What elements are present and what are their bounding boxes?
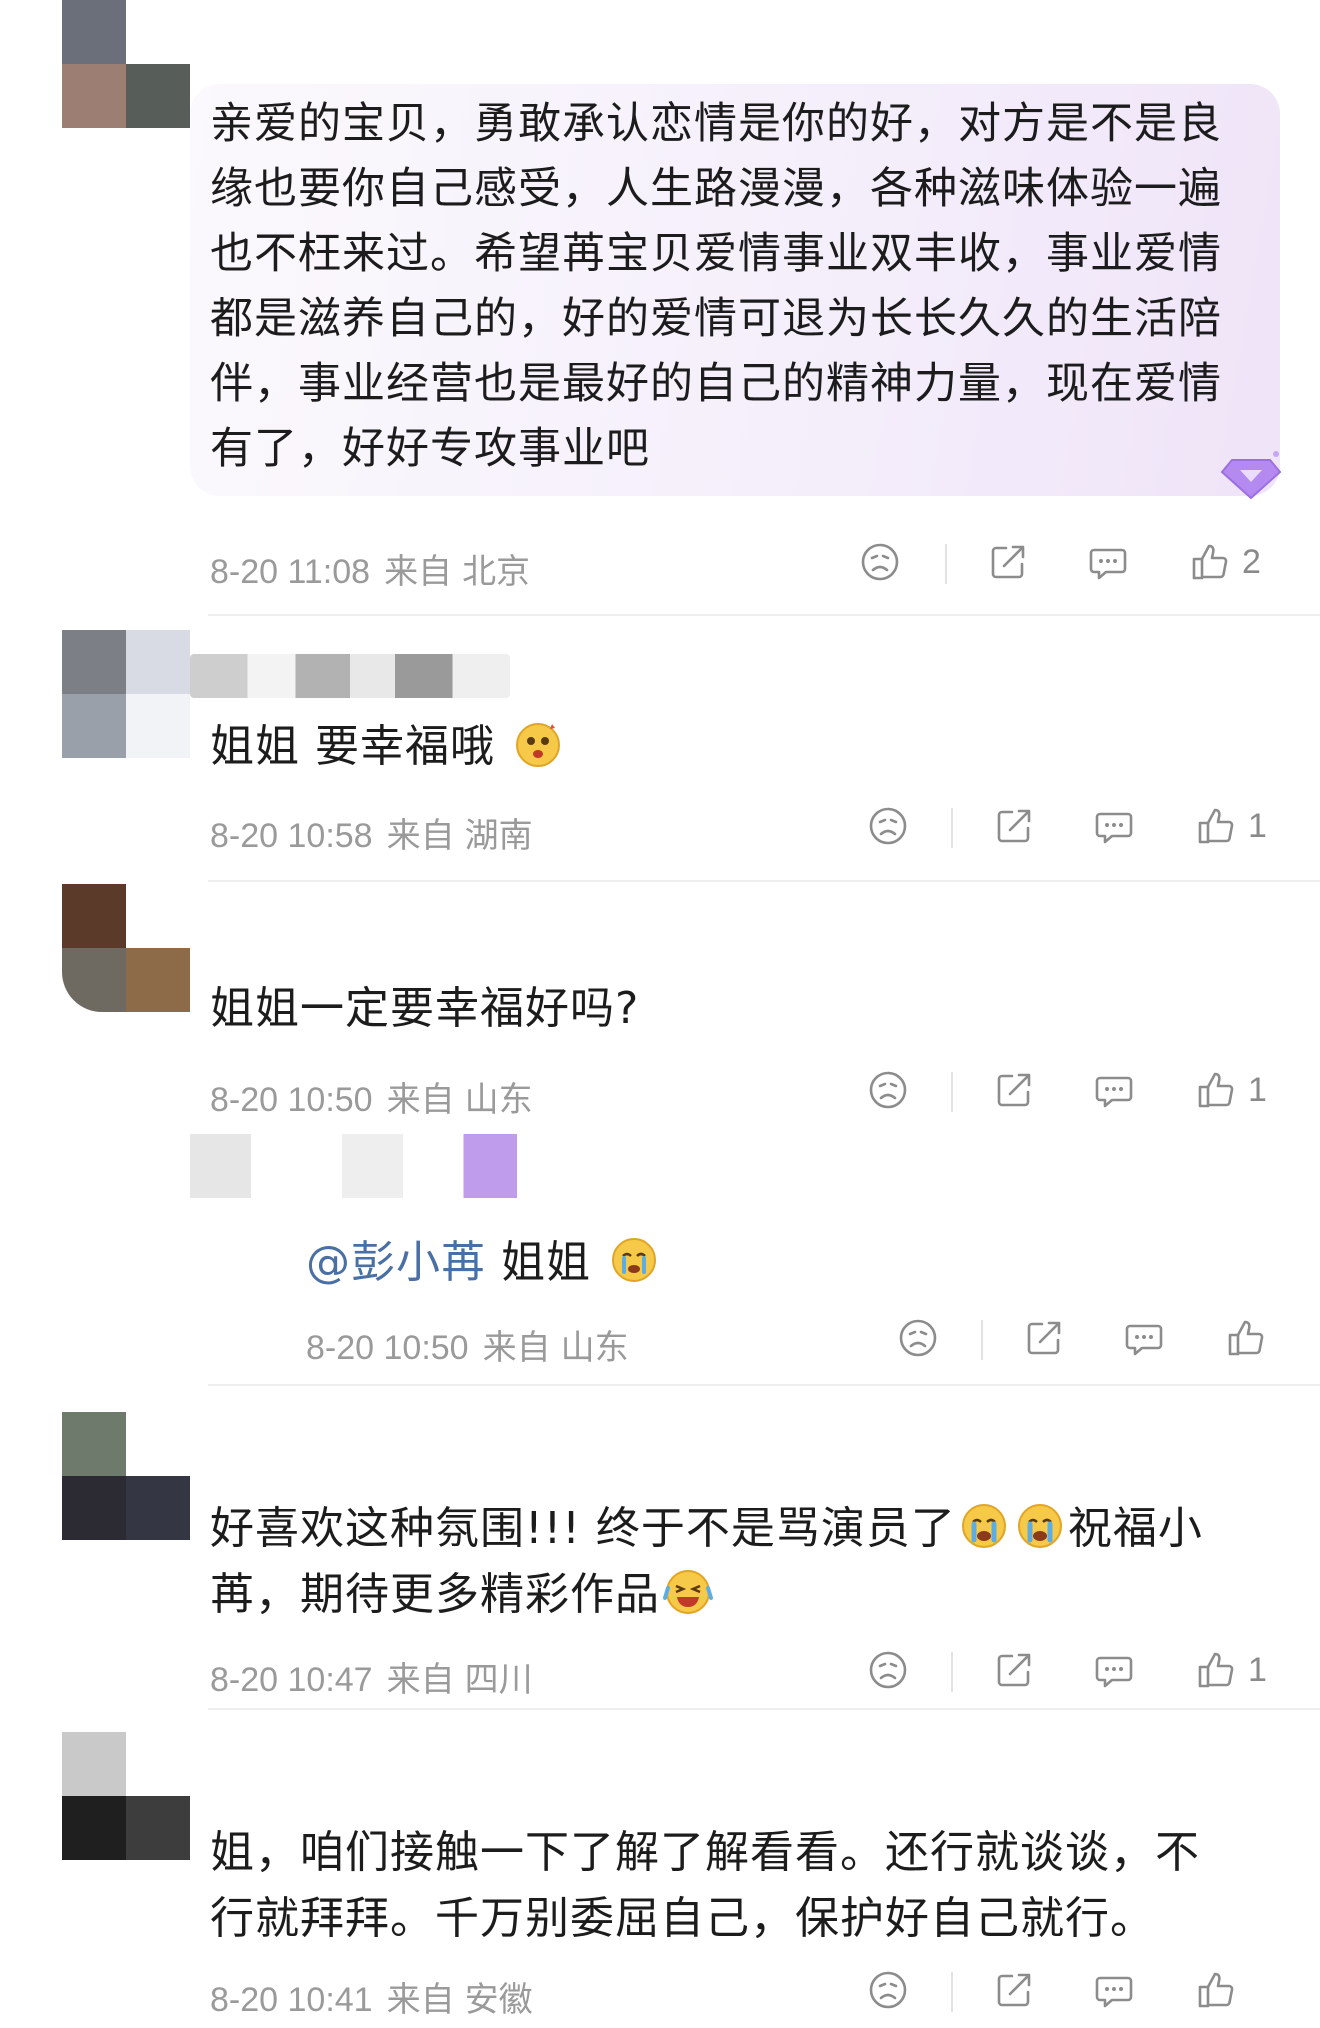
like-button[interactable]: [1224, 1316, 1268, 1360]
laughing-crying-emoji-icon: [663, 1570, 713, 1614]
thumbs-up-icon: [1224, 1316, 1268, 1360]
separator: [208, 1708, 1320, 1710]
comment-button[interactable]: [1092, 1968, 1136, 2012]
comment-button[interactable]: [1086, 540, 1130, 584]
reply-avatar-blurred: [190, 1134, 570, 1198]
share-icon: [1022, 1316, 1066, 1360]
like-button[interactable]: 2: [1188, 540, 1261, 584]
frown-face-icon: [896, 1316, 940, 1360]
thumbs-up-icon: [1194, 1648, 1238, 1692]
avatar[interactable]: [62, 1732, 190, 1860]
dislike-button[interactable]: [866, 1648, 910, 1692]
avatar[interactable]: [62, 630, 190, 758]
share-button[interactable]: [1022, 1316, 1066, 1360]
divider: [951, 808, 953, 848]
reply-item: @彭小苒 姐姐 8-20 10:50 来自 山东: [0, 1134, 1320, 1367]
share-button[interactable]: [992, 1068, 1036, 1112]
share-icon: [992, 804, 1036, 848]
thumbs-up-icon: [1188, 540, 1232, 584]
action-bar: [0, 1968, 1320, 2016]
comment-text-content: 好喜欢这种氛围!!! 终于不是骂演员了: [210, 1503, 956, 1554]
mention-link[interactable]: @彭小苒: [306, 1237, 486, 1288]
reply-text: @彭小苒 姐姐: [306, 1230, 1206, 1296]
reply-text-content: 姐姐: [501, 1237, 591, 1288]
crying-emoji-icon: [961, 1504, 1006, 1548]
avatar[interactable]: [62, 884, 190, 1012]
comment-text: 亲爱的宝贝，勇敢承认恋情是你的好，对方是不是良缘也要你自己感受，人生路漫漫，各种…: [210, 99, 1222, 474]
share-button[interactable]: [992, 1648, 1036, 1692]
divider: [945, 544, 947, 584]
dislike-button[interactable]: [858, 540, 902, 584]
avatar[interactable]: [62, 0, 190, 128]
separator: [208, 1384, 1320, 1386]
thumbs-up-icon: [1194, 804, 1238, 848]
comment-text: 姐姐 要幸福哦: [210, 714, 1240, 780]
thumbs-up-icon: [1194, 1968, 1238, 2012]
like-count: 1: [1248, 806, 1267, 845]
dislike-button[interactable]: [866, 1068, 910, 1112]
frown-face-icon: [866, 1648, 910, 1692]
action-bar: 1: [0, 804, 1320, 852]
share-icon: [992, 1068, 1036, 1112]
action-bar: 1: [0, 1068, 1320, 1116]
like-button[interactable]: [1194, 1968, 1238, 2012]
comment-text: 姐，咱们接触一下了解了解看看。还行就谈谈，不行就拜拜。千万别委屈自己，保护好自己…: [210, 1827, 1200, 1944]
frown-face-icon: [866, 1968, 910, 2012]
like-button[interactable]: 1: [1194, 1648, 1267, 1692]
comment-icon: [1092, 1068, 1136, 1112]
diamond-badge-icon: [1220, 451, 1282, 500]
comment-icon: [1092, 1648, 1136, 1692]
comment-text: 姐姐一定要幸福好吗?: [210, 983, 640, 1034]
comment-button[interactable]: [1092, 1068, 1136, 1112]
thumbs-up-icon: [1194, 1068, 1238, 1112]
comment-button[interactable]: [1122, 1316, 1166, 1360]
happy-emoji-icon: [516, 723, 560, 767]
like-count: 1: [1248, 1070, 1267, 1109]
comment-icon: [1092, 804, 1136, 848]
share-icon: [992, 1648, 1036, 1692]
share-button[interactable]: [992, 804, 1036, 848]
reply-action-bar: [0, 1316, 1320, 1364]
divider: [951, 1972, 953, 2012]
share-icon: [986, 540, 1030, 584]
like-count: 1: [1248, 1650, 1267, 1689]
divider: [981, 1320, 983, 1360]
divider: [951, 1652, 953, 1692]
crying-emoji-icon: [612, 1238, 656, 1282]
share-button[interactable]: [992, 1968, 1036, 2012]
separator: [208, 880, 1320, 882]
comment-text: 好喜欢这种氛围!!! 终于不是骂演员了 祝福小苒，期待更多精彩作品: [210, 1496, 1270, 1628]
crying-emoji-icon: [1017, 1504, 1062, 1548]
comment-icon: [1086, 540, 1130, 584]
share-button[interactable]: [986, 540, 1030, 584]
action-bar: 1: [0, 1648, 1320, 1696]
share-icon: [992, 1968, 1036, 2012]
divider: [951, 1072, 953, 1112]
comment-button[interactable]: [1092, 1648, 1136, 1692]
dislike-button[interactable]: [896, 1316, 940, 1360]
like-count: 2: [1242, 542, 1261, 581]
username-blurred: [190, 654, 510, 698]
comment-icon: [1092, 1968, 1136, 2012]
dislike-button[interactable]: [866, 1968, 910, 2012]
frown-face-icon: [866, 804, 910, 848]
action-bar: 2: [0, 540, 1320, 588]
frown-face-icon: [858, 540, 902, 584]
comment-icon: [1122, 1316, 1166, 1360]
frown-face-icon: [866, 1068, 910, 1112]
like-button[interactable]: 1: [1194, 1068, 1267, 1112]
comment-text-content: 姐姐 要幸福哦: [210, 721, 495, 772]
separator: [208, 614, 1320, 616]
dislike-button[interactable]: [866, 804, 910, 848]
comment-button[interactable]: [1092, 804, 1136, 848]
avatar[interactable]: [62, 1412, 190, 1540]
like-button[interactable]: 1: [1194, 804, 1267, 848]
